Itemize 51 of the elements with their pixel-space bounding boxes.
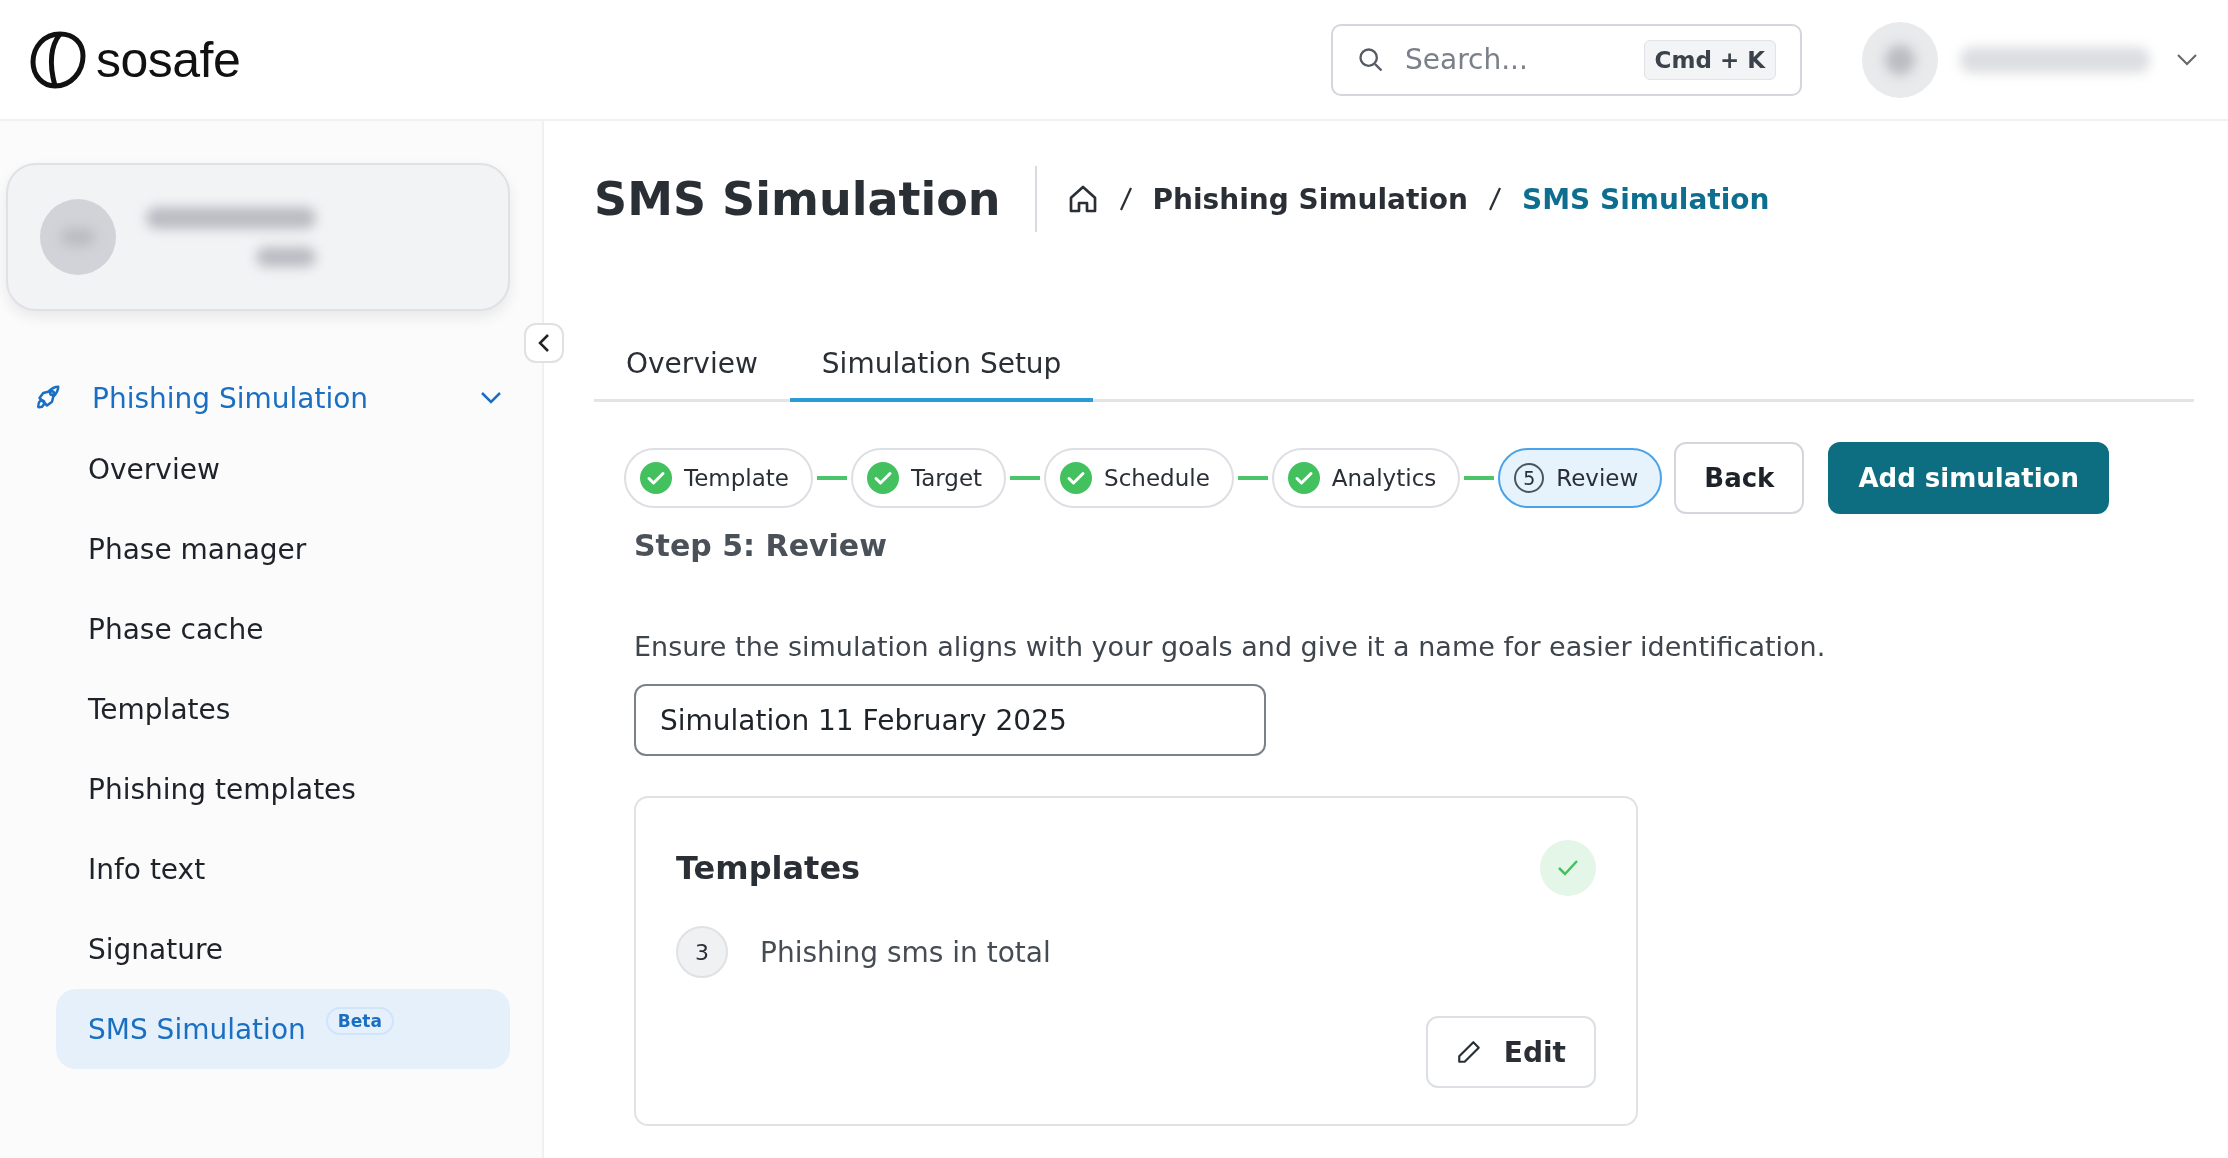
step-label: Analytics — [1331, 465, 1437, 491]
step-label: Schedule — [1104, 465, 1210, 491]
back-button[interactable]: Back — [1674, 442, 1805, 514]
step-pill[interactable]: Target — [850, 448, 1007, 508]
step-pill[interactable]: Schedule — [1044, 448, 1234, 508]
check-circle-icon — [1287, 462, 1320, 494]
step-title: Step 5: Review — [634, 528, 888, 563]
check-circle-icon — [866, 462, 899, 494]
breadcrumb-link[interactable]: Phishing Simulation — [1152, 182, 1469, 216]
breadcrumb-link[interactable]: SMS Simulation — [1522, 182, 1770, 216]
count-label: Phishing sms in total — [760, 935, 1051, 969]
logo-text: sosafe — [96, 30, 241, 89]
add-simulation-button[interactable]: Add simulation — [1828, 442, 2109, 514]
sidebar-item[interactable]: Overview — [56, 429, 510, 509]
collapse-button[interactable] — [524, 323, 564, 363]
chevron-left-icon — [537, 333, 551, 353]
pencil-icon — [1455, 1039, 1482, 1065]
sidebar-item[interactable]: Phase cache — [56, 589, 510, 669]
sidebar-item[interactable]: SMS Simulation Beta — [56, 989, 510, 1069]
search-bar[interactable]: Search... Cmd + K — [1331, 23, 1802, 96]
sidebar-item[interactable]: Phishing templates — [56, 749, 510, 829]
step-number: 5 — [1514, 463, 1545, 493]
sidebar-item[interactable]: Signature — [56, 909, 510, 989]
slash-icon — [1488, 186, 1503, 212]
sidebar-item[interactable]: Info text — [56, 829, 510, 909]
tab[interactable]: Simulation Setup — [789, 335, 1094, 402]
page-title: SMS Simulation — [594, 166, 1037, 232]
sidebar-item[interactable]: Templates — [56, 669, 510, 749]
sidebar-section[interactable]: Phishing Simulation — [32, 373, 502, 423]
logo-icon — [30, 30, 86, 89]
search-icon — [1357, 45, 1385, 74]
step-pill[interactable]: 5 Review — [1498, 448, 1663, 508]
chevron-down-icon[interactable] — [2176, 52, 2198, 67]
edit-button[interactable]: Edit — [1425, 1016, 1596, 1088]
name-input-field[interactable]: Simulation 11 February 2025 — [634, 684, 1266, 756]
chevron-icon — [480, 391, 502, 405]
step-label: Review — [1556, 465, 1639, 491]
tab[interactable]: Overview — [594, 335, 790, 402]
shortcut-hint: Cmd + K — [1643, 39, 1776, 80]
step-pill[interactable]: Analytics — [1271, 448, 1461, 508]
card-title: Templates — [676, 849, 861, 887]
description: Ensure the simulation aligns with your goals and give it a name for easier identification. — [634, 631, 1827, 662]
step-label: Target — [910, 465, 983, 491]
check-circle-icon — [1060, 462, 1093, 494]
sidebar-item[interactable]: Phase manager — [56, 509, 510, 589]
check-circle-icon — [640, 462, 672, 494]
count-badge: 3 — [676, 926, 728, 978]
step-pill[interactable]: Template — [624, 448, 813, 508]
step-label: Template — [684, 465, 789, 491]
slash-icon — [1118, 186, 1133, 212]
beta-badge: Beta — [325, 1007, 394, 1035]
